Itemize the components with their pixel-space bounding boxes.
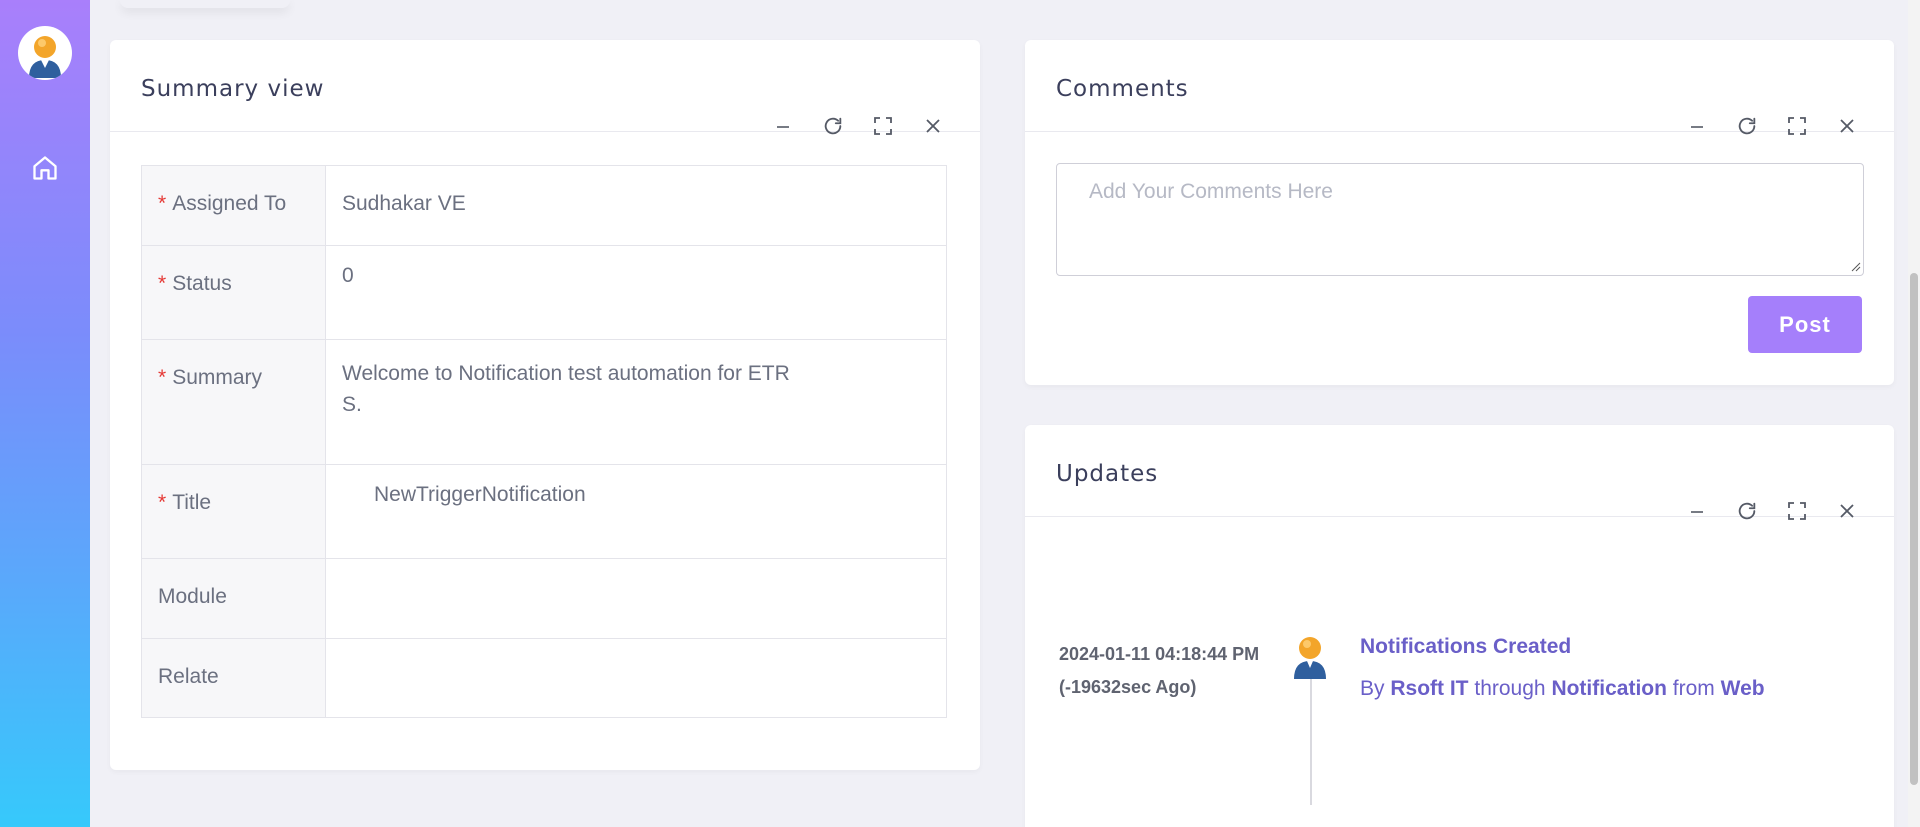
comments-card-title: Comments — [1056, 76, 1189, 102]
field-value-status[interactable]: 0 — [325, 245, 947, 340]
table-row: * Title NewTriggerNotification — [141, 464, 947, 559]
field-value-assigned-to[interactable]: Sudhakar VE — [325, 165, 947, 246]
timestamp-text: 2024-01-11 04:18:44 PM — [1059, 644, 1260, 664]
updates-card-title: Updates — [1056, 461, 1159, 487]
minimize-icon[interactable] — [1684, 498, 1710, 524]
comments-card-header: Comments — [1025, 40, 1894, 135]
through-word: through — [1474, 677, 1546, 700]
timeline-line — [1310, 679, 1312, 805]
summary-card-title: Summary view — [141, 76, 325, 102]
updates-card: Updates 2024-01-11 04:18:44 PM (-19632se… — [1025, 425, 1894, 827]
refresh-icon[interactable] — [1734, 113, 1760, 139]
refresh-icon[interactable] — [1734, 498, 1760, 524]
summary-card-header: Summary view — [110, 40, 980, 135]
relative-time-text: (-19632sec Ago) — [1059, 677, 1197, 697]
update-headline[interactable]: Notifications Created — [1360, 635, 1571, 659]
update-timestamp: 2024-01-11 04:18:44 PM (-19632sec Ago) — [1059, 638, 1259, 704]
update-source-link[interactable]: Notification — [1551, 677, 1667, 700]
table-row: * Assigned To Sudhakar VE — [141, 165, 947, 246]
required-mark: * — [158, 192, 167, 215]
summary-text-line: Welcome to Notification test automation … — [342, 362, 790, 385]
field-label-summary: Summary — [172, 366, 263, 389]
required-mark: * — [158, 366, 167, 389]
required-mark: * — [158, 491, 167, 514]
summary-table: * Assigned To Sudhakar VE * Status 0 * Summ… — [141, 165, 947, 718]
close-icon[interactable] — [920, 113, 946, 139]
minimize-icon[interactable] — [1684, 113, 1710, 139]
updates-card-header: Updates — [1025, 425, 1894, 520]
from-word: from — [1672, 677, 1715, 700]
field-value-module[interactable] — [325, 558, 947, 639]
summary-view-card: Summary view * Assigned To Sudhakar VE * S… — [110, 40, 980, 770]
table-row: Module — [141, 558, 947, 639]
field-label-relate: Relate — [141, 638, 326, 718]
by-prefix: By — [1360, 677, 1385, 700]
fullscreen-icon[interactable] — [1784, 498, 1810, 524]
close-icon[interactable] — [1834, 498, 1860, 524]
user-avatar-icon — [1291, 635, 1329, 679]
table-row: * Summary Welcome to Notification test au… — [141, 339, 947, 465]
home-icon[interactable] — [29, 152, 61, 184]
resize-handle-icon[interactable] — [1851, 262, 1861, 272]
field-value-title[interactable]: NewTriggerNotification — [325, 464, 947, 559]
minimize-icon[interactable] — [770, 113, 796, 139]
update-byline: By Rsoft IT through Notification from We… — [1360, 677, 1765, 701]
comment-input[interactable] — [1056, 163, 1864, 276]
table-row: Relate — [141, 638, 947, 718]
user-avatar-icon[interactable] — [18, 26, 72, 80]
field-label-assigned-to: Assigned To — [172, 192, 287, 215]
summary-text-line: S. — [342, 393, 362, 416]
fullscreen-icon[interactable] — [870, 113, 896, 139]
field-value-relate[interactable] — [325, 638, 947, 718]
comments-card: Comments Post — [1025, 40, 1894, 385]
page-scrollbar[interactable] — [1908, 0, 1920, 827]
post-button[interactable]: Post — [1748, 296, 1862, 353]
field-label-status: Status — [172, 272, 232, 295]
header-shadow — [120, 0, 290, 8]
required-mark: * — [158, 272, 167, 295]
update-user-link[interactable]: Rsoft IT — [1390, 677, 1468, 700]
sidebar — [0, 0, 90, 827]
field-label-module: Module — [141, 558, 326, 639]
update-channel-link[interactable]: Web — [1721, 677, 1765, 700]
field-value-summary[interactable]: Welcome to Notification test automation … — [325, 339, 947, 465]
field-label-title: Title — [172, 491, 212, 514]
fullscreen-icon[interactable] — [1784, 113, 1810, 139]
scrollbar-thumb[interactable] — [1910, 273, 1918, 785]
close-icon[interactable] — [1834, 113, 1860, 139]
refresh-icon[interactable] — [820, 113, 846, 139]
table-row: * Status 0 — [141, 245, 947, 340]
